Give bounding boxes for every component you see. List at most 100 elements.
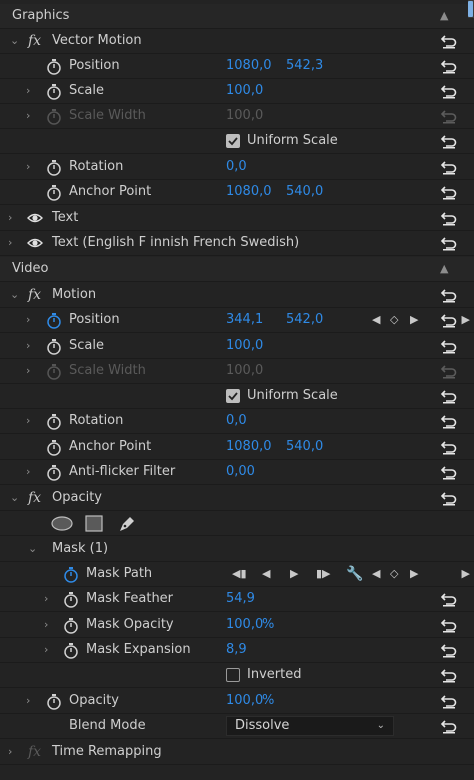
stopwatch-icon[interactable]	[46, 83, 62, 100]
chevron-right-icon[interactable]: ›	[44, 587, 48, 611]
reset-icon[interactable]	[440, 693, 458, 709]
stopwatch-icon[interactable]	[46, 338, 62, 355]
rectangle-mask-icon[interactable]	[85, 515, 103, 532]
chevron-right-icon[interactable]: ›	[26, 104, 30, 128]
chevron-right-icon[interactable]: ›	[8, 231, 12, 255]
mask-feather-value[interactable]: 54,9	[226, 587, 255, 611]
opacity-value[interactable]: 100,0	[226, 689, 263, 713]
reset-icon[interactable]	[440, 338, 458, 354]
chevron-down-icon[interactable]: ⌄	[28, 537, 37, 561]
stopwatch-icon[interactable]	[46, 159, 62, 176]
wrench-icon[interactable]: 🔧	[346, 562, 363, 586]
reset-icon[interactable]	[440, 388, 458, 404]
stopwatch-icon[interactable]	[46, 693, 62, 710]
position-y-value[interactable]: 542,0	[286, 308, 323, 332]
anchor-x-value[interactable]: 1080,0	[226, 180, 272, 204]
chevron-right-icon[interactable]: ›	[26, 155, 30, 179]
fx-icon[interactable]: fx	[28, 29, 41, 53]
reset-icon[interactable]	[440, 642, 458, 658]
inverted-checkbox[interactable]	[226, 668, 240, 682]
track-forward-icon[interactable]: ▶	[290, 562, 298, 586]
reset-icon[interactable]	[440, 159, 458, 175]
chevron-right-icon[interactable]: ›	[26, 359, 30, 383]
reset-icon[interactable]	[440, 33, 458, 49]
chevron-right-icon[interactable]: ›	[26, 409, 30, 433]
reset-icon[interactable]	[440, 312, 458, 328]
eye-icon[interactable]	[27, 237, 43, 249]
chevron-right-icon[interactable]: ›	[26, 308, 30, 332]
pen-mask-icon[interactable]	[117, 514, 137, 533]
reset-icon[interactable]	[440, 439, 458, 455]
stopwatch-active-icon[interactable]	[46, 312, 62, 329]
scale-value[interactable]: 100,0	[226, 334, 263, 358]
chevron-down-icon[interactable]: ⌄	[10, 29, 19, 53]
chevron-right-icon[interactable]: ›	[8, 740, 12, 764]
layer-text[interactable]: › Text	[0, 206, 474, 231]
scrollbar[interactable]	[468, 0, 474, 18]
timeline-arrow-icon[interactable]: ▶	[462, 308, 470, 332]
reset-icon[interactable]	[440, 667, 458, 683]
stopwatch-icon[interactable]	[63, 617, 79, 634]
chevron-right-icon[interactable]: ›	[44, 638, 48, 662]
fx-icon[interactable]: fx	[28, 486, 41, 510]
reset-icon[interactable]	[440, 83, 458, 99]
reset-icon[interactable]	[440, 617, 458, 633]
add-keyframe-icon[interactable]: ◇	[390, 308, 398, 332]
rotation-value[interactable]: 0,0	[226, 155, 247, 179]
chevron-down-icon[interactable]: ⌄	[10, 283, 19, 307]
reset-icon[interactable]	[440, 591, 458, 607]
mask-expansion-value[interactable]: 8,9	[226, 638, 247, 662]
effect-motion[interactable]: ⌄ fx Motion	[0, 283, 474, 308]
track-backward-icon[interactable]: ◀	[262, 562, 270, 586]
collapse-up-icon[interactable]: ▲	[440, 4, 448, 28]
next-keyframe-icon[interactable]: ▶	[410, 562, 418, 586]
collapse-up-icon[interactable]: ▲	[440, 257, 448, 281]
effect-opacity[interactable]: ⌄ fx Opacity	[0, 486, 474, 511]
reset-icon[interactable]	[440, 413, 458, 429]
chevron-right-icon[interactable]: ›	[26, 460, 30, 484]
stopwatch-icon[interactable]	[63, 642, 79, 659]
stopwatch-icon[interactable]	[46, 439, 62, 456]
position-x-value[interactable]: 344,1	[226, 308, 263, 332]
reset-icon[interactable]	[440, 133, 458, 149]
prev-keyframe-icon[interactable]: ◀	[372, 308, 380, 332]
effect-vector-motion[interactable]: ⌄ fx Vector Motion	[0, 29, 474, 54]
layer-text-languages[interactable]: › Text (English F innish French Swedish)	[0, 231, 474, 256]
scroll-thumb[interactable]	[468, 1, 473, 17]
position-y-value[interactable]: 542,3	[286, 54, 323, 78]
anchor-y-value[interactable]: 540,0	[286, 180, 323, 204]
blend-mode-select[interactable]: Dissolve ⌄	[226, 716, 394, 736]
reset-icon[interactable]	[440, 235, 458, 251]
effect-time-remapping[interactable]: › fx Time Remapping	[0, 740, 474, 765]
reset-icon[interactable]	[440, 464, 458, 480]
eye-icon[interactable]	[27, 212, 43, 224]
chevron-right-icon[interactable]: ›	[26, 689, 30, 713]
uniform-scale-checkbox[interactable]	[226, 389, 240, 403]
anchor-x-value[interactable]: 1080,0	[226, 435, 272, 459]
chevron-right-icon[interactable]: ›	[26, 79, 30, 103]
chevron-right-icon[interactable]: ›	[44, 613, 48, 637]
stopwatch-icon[interactable]	[46, 413, 62, 430]
mask-group[interactable]: ⌄ Mask (1)	[0, 537, 474, 562]
stopwatch-icon[interactable]	[63, 591, 79, 608]
stopwatch-icon[interactable]	[46, 464, 62, 481]
reset-icon[interactable]	[440, 210, 458, 226]
anchor-y-value[interactable]: 540,0	[286, 435, 323, 459]
track-backward-one-icon[interactable]: ◀▮	[232, 562, 247, 586]
anti-flicker-value[interactable]: 0,00	[226, 460, 255, 484]
prev-keyframe-icon[interactable]: ◀	[372, 562, 380, 586]
position-x-value[interactable]: 1080,0	[226, 54, 272, 78]
reset-icon[interactable]	[440, 490, 458, 506]
next-keyframe-icon[interactable]: ▶	[410, 308, 418, 332]
timeline-arrow-icon[interactable]: ▶	[462, 562, 470, 586]
scale-value[interactable]: 100,0	[226, 79, 263, 103]
reset-icon[interactable]	[440, 287, 458, 303]
add-keyframe-icon[interactable]: ◇	[390, 562, 398, 586]
ellipse-mask-icon[interactable]	[51, 516, 73, 531]
uniform-scale-checkbox[interactable]	[226, 134, 240, 148]
track-forward-one-icon[interactable]: ▮▶	[316, 562, 331, 586]
stopwatch-icon[interactable]	[46, 58, 62, 75]
reset-icon[interactable]	[440, 718, 458, 734]
section-graphics[interactable]: Graphics ▲	[0, 4, 474, 29]
mask-opacity-value[interactable]: 100,0	[226, 613, 263, 637]
